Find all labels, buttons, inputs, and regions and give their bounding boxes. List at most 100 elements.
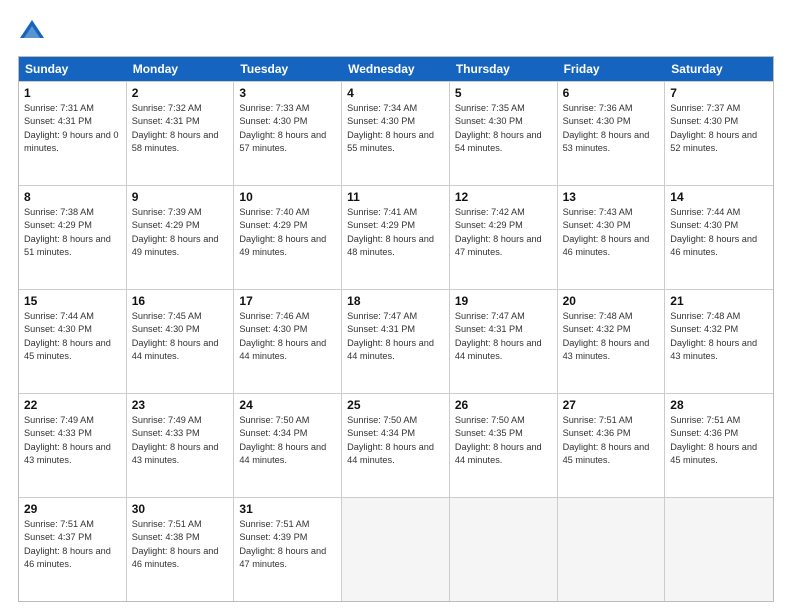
day-info: Sunrise: 7:49 AMSunset: 4:33 PMDaylight:… [24,414,121,467]
day-info: Sunrise: 7:34 AMSunset: 4:30 PMDaylight:… [347,102,444,155]
calendar-cell: 10 Sunrise: 7:40 AMSunset: 4:29 PMDayligh… [234,186,342,289]
day-number: 8 [24,190,121,204]
calendar-cell: 13Sunrise: 7:43 AMSunset: 4:30 PMDayligh… [558,186,666,289]
calendar-cell: 17 Sunrise: 7:46 AMSunset: 4:30 PMDayligh… [234,290,342,393]
day-number: 29 [24,502,121,516]
calendar-cell: 19Sunrise: 7:47 AMSunset: 4:31 PMDayligh… [450,290,558,393]
calendar-cell: 4 Sunrise: 7:34 AMSunset: 4:30 PMDaylight… [342,82,450,185]
calendar-cell: 8 Sunrise: 7:38 AMSunset: 4:29 PMDaylight… [19,186,127,289]
calendar-cell: 2 Sunrise: 7:32 AMSunset: 4:31 PMDaylight… [127,82,235,185]
day-number: 22 [24,398,121,412]
calendar-cell: 16 Sunrise: 7:45 AMSunset: 4:30 PMDayligh… [127,290,235,393]
day-number: 3 [239,86,336,100]
calendar-week: 1Sunrise: 7:31 AMSunset: 4:31 PMDaylight… [19,81,773,185]
day-info: Sunrise: 7:48 AMSunset: 4:32 PMDaylight:… [670,310,768,363]
day-number: 23 [132,398,229,412]
day-info: Sunrise: 7:45 AMSunset: 4:30 PMDaylight:… [132,310,229,363]
day-info: Sunrise: 7:35 AMSunset: 4:30 PMDaylight:… [455,102,552,155]
day-info: Sunrise: 7:36 AMSunset: 4:30 PMDaylight:… [563,102,660,155]
page: SundayMondayTuesdayWednesdayThursdayFrid… [0,0,792,612]
day-info: Sunrise: 7:41 AMSunset: 4:29 PMDaylight:… [347,206,444,259]
logo-icon [18,18,46,46]
day-info: Sunrise: 7:51 AMSunset: 4:39 PMDaylight:… [239,518,336,571]
day-number: 26 [455,398,552,412]
day-info: Sunrise: 7:37 AMSunset: 4:30 PMDaylight:… [670,102,768,155]
day-number: 31 [239,502,336,516]
day-number: 16 [132,294,229,308]
day-info: Sunrise: 7:38 AMSunset: 4:29 PMDaylight:… [24,206,121,259]
calendar-weekday: Monday [127,57,235,81]
day-number: 21 [670,294,768,308]
calendar-cell [342,498,450,601]
day-number: 18 [347,294,444,308]
calendar-cell: 21 Sunrise: 7:48 AMSunset: 4:32 PMDayligh… [665,290,773,393]
day-info: Sunrise: 7:42 AMSunset: 4:29 PMDaylight:… [455,206,552,259]
calendar-week: 8 Sunrise: 7:38 AMSunset: 4:29 PMDaylight… [19,185,773,289]
day-info: Sunrise: 7:47 AMSunset: 4:31 PMDaylight:… [347,310,444,363]
day-number: 30 [132,502,229,516]
calendar-weekday: Saturday [665,57,773,81]
calendar-cell: 29Sunrise: 7:51 AMSunset: 4:37 PMDayligh… [19,498,127,601]
day-number: 14 [670,190,768,204]
calendar-week: 29Sunrise: 7:51 AMSunset: 4:37 PMDayligh… [19,497,773,601]
calendar-cell: 15Sunrise: 7:44 AMSunset: 4:30 PMDayligh… [19,290,127,393]
day-number: 4 [347,86,444,100]
day-info: Sunrise: 7:44 AMSunset: 4:30 PMDaylight:… [24,310,121,363]
calendar-cell: 31 Sunrise: 7:51 AMSunset: 4:39 PMDayligh… [234,498,342,601]
calendar-cell [558,498,666,601]
day-info: Sunrise: 7:49 AMSunset: 4:33 PMDaylight:… [132,414,229,467]
day-number: 1 [24,86,121,100]
day-number: 17 [239,294,336,308]
day-number: 6 [563,86,660,100]
day-number: 5 [455,86,552,100]
calendar-cell: 7 Sunrise: 7:37 AMSunset: 4:30 PMDaylight… [665,82,773,185]
day-info: Sunrise: 7:50 AMSunset: 4:34 PMDaylight:… [347,414,444,467]
calendar-cell: 24 Sunrise: 7:50 AMSunset: 4:34 PMDayligh… [234,394,342,497]
calendar-weekday: Tuesday [234,57,342,81]
calendar-week: 15Sunrise: 7:44 AMSunset: 4:30 PMDayligh… [19,289,773,393]
day-number: 25 [347,398,444,412]
day-info: Sunrise: 7:40 AMSunset: 4:29 PMDaylight:… [239,206,336,259]
day-info: Sunrise: 7:44 AMSunset: 4:30 PMDaylight:… [670,206,768,259]
logo [18,18,50,46]
day-number: 7 [670,86,768,100]
calendar-cell: 26 Sunrise: 7:50 AMSunset: 4:35 PMDayligh… [450,394,558,497]
calendar-cell: 1Sunrise: 7:31 AMSunset: 4:31 PMDaylight… [19,82,127,185]
day-info: Sunrise: 7:50 AMSunset: 4:35 PMDaylight:… [455,414,552,467]
day-info: Sunrise: 7:43 AMSunset: 4:30 PMDaylight:… [563,206,660,259]
calendar-cell: 14 Sunrise: 7:44 AMSunset: 4:30 PMDayligh… [665,186,773,289]
day-number: 2 [132,86,229,100]
day-number: 10 [239,190,336,204]
day-info: Sunrise: 7:46 AMSunset: 4:30 PMDaylight:… [239,310,336,363]
day-number: 11 [347,190,444,204]
day-info: Sunrise: 7:51 AMSunset: 4:36 PMDaylight:… [563,414,660,467]
calendar-week: 22 Sunrise: 7:49 AMSunset: 4:33 PMDayligh… [19,393,773,497]
calendar-body: 1Sunrise: 7:31 AMSunset: 4:31 PMDaylight… [19,81,773,601]
calendar-cell: 25 Sunrise: 7:50 AMSunset: 4:34 PMDayligh… [342,394,450,497]
calendar-cell: 18 Sunrise: 7:47 AMSunset: 4:31 PMDayligh… [342,290,450,393]
day-number: 27 [563,398,660,412]
calendar-header: SundayMondayTuesdayWednesdayThursdayFrid… [19,57,773,81]
calendar-weekday: Friday [558,57,666,81]
calendar-cell: 3 Sunrise: 7:33 AMSunset: 4:30 PMDaylight… [234,82,342,185]
calendar: SundayMondayTuesdayWednesdayThursdayFrid… [18,56,774,602]
day-number: 12 [455,190,552,204]
calendar-cell: 12 Sunrise: 7:42 AMSunset: 4:29 PMDayligh… [450,186,558,289]
calendar-cell [450,498,558,601]
calendar-cell: 27 Sunrise: 7:51 AMSunset: 4:36 PMDayligh… [558,394,666,497]
day-number: 19 [455,294,552,308]
calendar-cell: 28Sunrise: 7:51 AMSunset: 4:36 PMDayligh… [665,394,773,497]
calendar-weekday: Wednesday [342,57,450,81]
calendar-weekday: Thursday [450,57,558,81]
day-info: Sunrise: 7:48 AMSunset: 4:32 PMDaylight:… [563,310,660,363]
calendar-cell: 5 Sunrise: 7:35 AMSunset: 4:30 PMDaylight… [450,82,558,185]
day-info: Sunrise: 7:33 AMSunset: 4:30 PMDaylight:… [239,102,336,155]
day-number: 9 [132,190,229,204]
day-number: 24 [239,398,336,412]
calendar-cell [665,498,773,601]
calendar-cell: 30Sunrise: 7:51 AMSunset: 4:38 PMDayligh… [127,498,235,601]
header [18,18,774,46]
day-info: Sunrise: 7:32 AMSunset: 4:31 PMDaylight:… [132,102,229,155]
day-info: Sunrise: 7:50 AMSunset: 4:34 PMDaylight:… [239,414,336,467]
day-number: 28 [670,398,768,412]
